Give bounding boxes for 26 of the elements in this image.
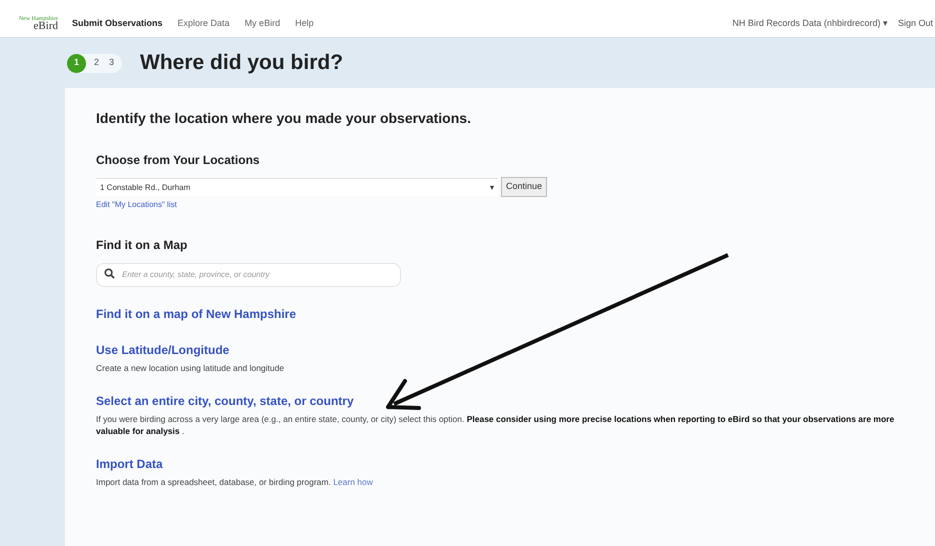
nav-link[interactable]: Help: [295, 17, 314, 31]
search-icon: [104, 268, 115, 279]
sign-out-link[interactable]: Sign Out: [898, 17, 933, 31]
edit-locations-link[interactable]: Edit "My Locations" list: [96, 199, 925, 211]
option-link[interactable]: Use Latitude/Longitude: [96, 341, 925, 359]
learn-how-link[interactable]: Learn how: [333, 477, 373, 487]
nav-link[interactable]: Submit Observations: [72, 17, 163, 31]
option-link[interactable]: Find it on a map of New Hampshire: [96, 305, 925, 323]
location-dropdown[interactable]: 1 Constable Rd., Durham ▾: [96, 178, 498, 196]
option-link[interactable]: Import Data: [96, 455, 925, 473]
section-heading: Choose from Your Locations: [96, 152, 261, 169]
step-indicator: 3: [108, 56, 116, 70]
section-heading: Find it on a Map: [96, 237, 188, 254]
option-description: If you were birding across a very large area (e.g., an entire state, county, or city) select this option. Please consider using more precise locations when reporting to eBird so that your observations are more valuable for analysis .: [96, 413, 896, 437]
page-title: Where did you bird?: [140, 50, 344, 76]
intro-heading: Identify the location where you made your observations.: [96, 109, 472, 128]
step-indicator: 2: [93, 56, 100, 70]
nav-link[interactable]: My eBird: [244, 17, 280, 31]
step-indicator: 1: [67, 54, 86, 72]
account-menu[interactable]: NH Bird Records Data (nhbirdrecord) ▾: [732, 17, 888, 31]
nav-link[interactable]: Explore Data: [178, 17, 230, 31]
option-description: Create a new location using latitude and longitude: [96, 362, 286, 374]
option-description: Import data from a spreadsheet, database, or birding program. Learn how: [96, 476, 374, 488]
map-search-field[interactable]: Enter a county, state, province, or country: [96, 262, 401, 286]
option-link[interactable]: Select an entire city, county, state, or country: [96, 392, 925, 410]
continue-button[interactable]: Continue: [501, 177, 548, 197]
